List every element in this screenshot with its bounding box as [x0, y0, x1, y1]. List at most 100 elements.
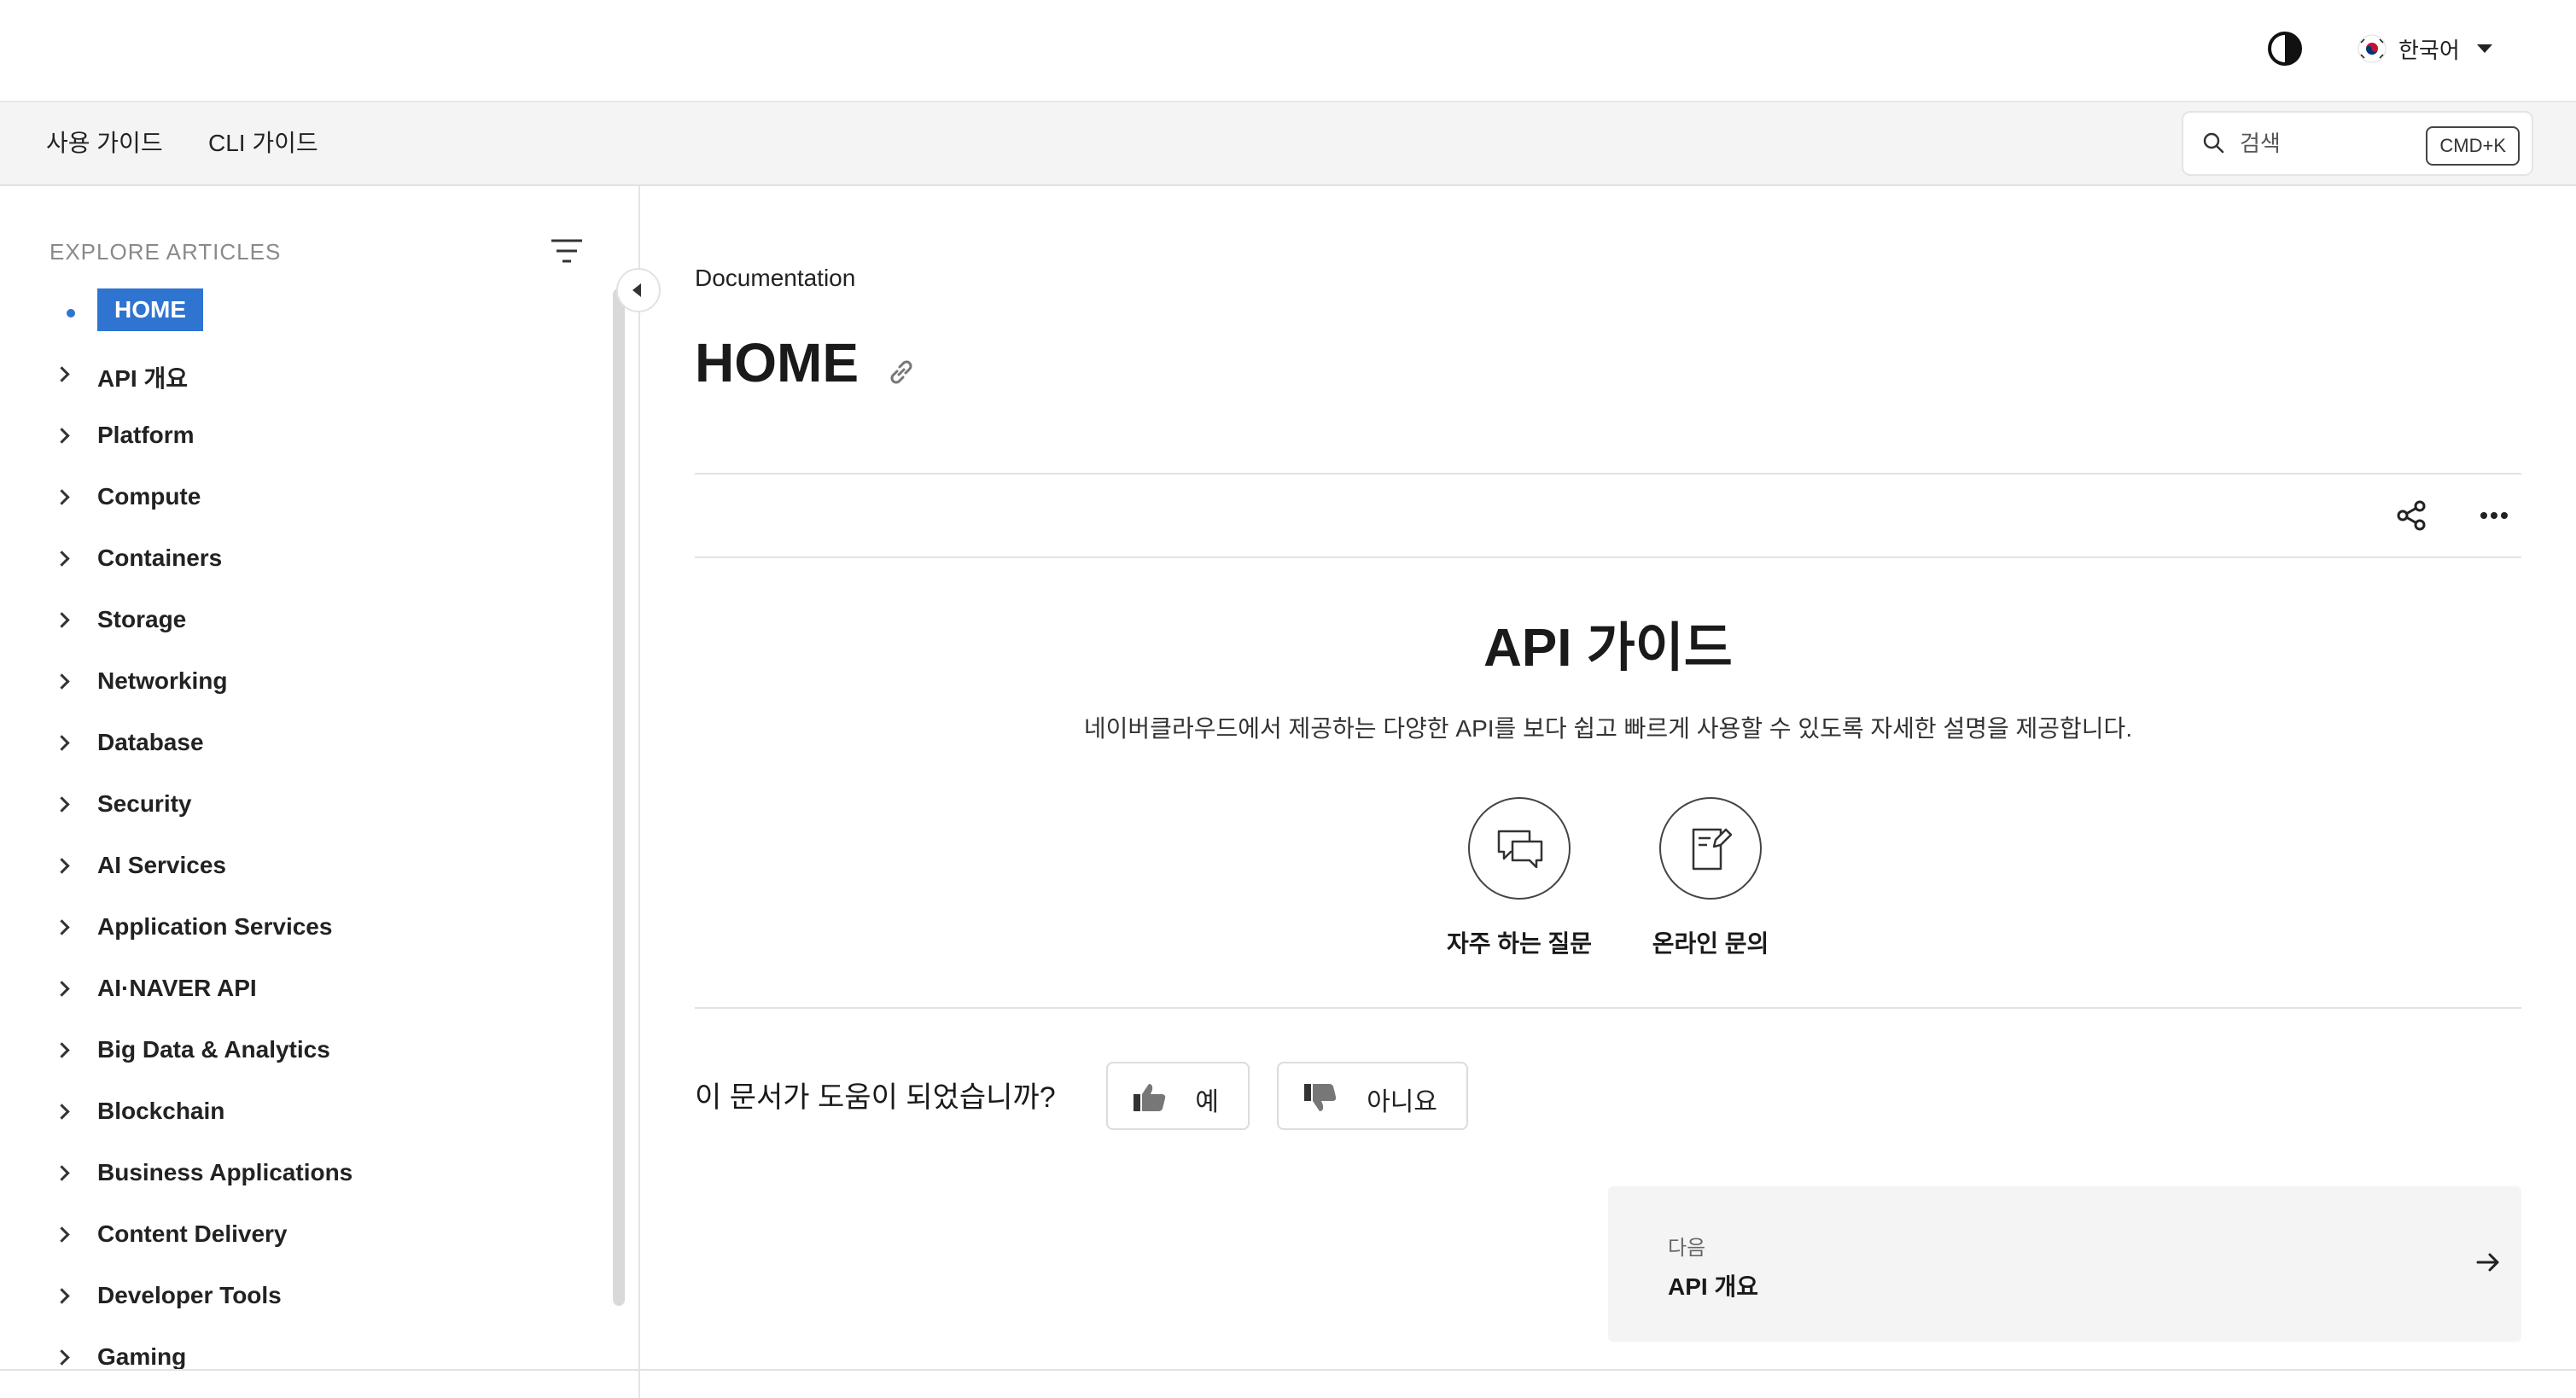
sidebar-item[interactable]: Content Delivery	[0, 1210, 597, 1258]
sidebar-item[interactable]: Database	[0, 719, 597, 766]
breadcrumb[interactable]: Documentation	[695, 265, 855, 292]
sidebar-item[interactable]: Developer Tools	[0, 1272, 597, 1319]
sidebar-item-label: AI·NAVER API	[97, 975, 257, 1001]
sidebar-item[interactable]: Storage	[0, 596, 597, 644]
sidebar-item-label: Compute	[97, 483, 201, 510]
chevron-right-icon	[54, 1104, 70, 1120]
sidebar-item[interactable]: Blockchain	[0, 1087, 597, 1135]
sidebar-item-label: Content Delivery	[97, 1220, 288, 1247]
tab-user-guide[interactable]: 사용 가이드	[46, 102, 163, 184]
sidebar-item[interactable]: API 개요	[0, 350, 597, 398]
feedback-yes-button[interactable]: 예	[1106, 1062, 1250, 1130]
online-inquiry-link[interactable]: 온라인 문의	[1625, 797, 1796, 959]
sidebar-item[interactable]: Big Data & Analytics	[0, 1026, 597, 1074]
faq-icon-circle	[1468, 797, 1571, 900]
sidebar-collapse-button[interactable]	[616, 268, 661, 312]
chevron-right-icon	[54, 735, 70, 751]
edit-document-icon	[1692, 828, 1733, 871]
active-dot	[67, 309, 75, 317]
chevron-right-icon	[54, 1042, 70, 1058]
page-title: HOME	[695, 332, 859, 393]
sidebar-item[interactable]: AI·NAVER API	[0, 964, 597, 1012]
divider	[695, 556, 2521, 558]
language-selector[interactable]: 한국어	[2357, 29, 2492, 68]
feedback-question: 이 문서가 도움이 되었습니까?	[695, 1081, 1056, 1114]
sidebar-item-label: Containers	[97, 545, 223, 571]
share-icon[interactable]	[2393, 497, 2431, 534]
sidebar-scrollbar[interactable]	[613, 288, 625, 1306]
chevron-left-icon	[632, 283, 641, 297]
chevron-right-icon	[54, 981, 70, 997]
language-label: 한국어	[2398, 37, 2460, 63]
chevron-right-icon	[54, 673, 70, 690]
sidebar: EXPLORE ARTICLES HOME API 개요 Platform Co…	[0, 186, 640, 1398]
chevron-right-icon	[54, 919, 70, 935]
sidebar-item-label: Blockchain	[97, 1098, 225, 1124]
sidebar-item-label: Platform	[97, 422, 195, 448]
search-icon	[2203, 132, 2224, 154]
inquiry-icon-circle	[1659, 797, 1762, 900]
sidebar-item-label: Developer Tools	[97, 1282, 282, 1308]
sidebar-item[interactable]: Business Applications	[0, 1149, 597, 1197]
faq-label: 자주 하는 질문	[1446, 930, 1593, 957]
chat-bubbles-icon	[1497, 830, 1543, 869]
sidebar-item[interactable]: Compute	[0, 473, 597, 521]
more-options-icon[interactable]	[2475, 497, 2513, 534]
faq-link[interactable]: 자주 하는 질문	[1434, 797, 1605, 959]
sidebar-item-label: API 개요	[97, 365, 188, 392]
chevron-right-icon	[54, 428, 70, 444]
chevron-right-icon	[54, 1226, 70, 1243]
bottom-divider	[0, 1369, 2576, 1371]
next-article-card[interactable]: 다음 API 개요	[1608, 1186, 2521, 1342]
sidebar-item[interactable]: Application Services	[0, 903, 597, 951]
next-kicker: 다음	[1668, 1237, 1706, 1260]
sidebar-item-label: AI Services	[97, 852, 226, 878]
tab-cli-guide[interactable]: CLI 가이드	[208, 102, 318, 184]
sidebar-item-label: Gaming	[97, 1343, 187, 1370]
search-shortcut-badge: CMD+K	[2426, 126, 2520, 166]
thumbs-up-icon	[1134, 1084, 1166, 1111]
sidebar-item-home[interactable]: HOME	[0, 288, 597, 336]
contrast-icon[interactable]	[2265, 29, 2305, 68]
chevron-down-icon	[2476, 44, 2492, 53]
feedback-no-label: 아니요	[1367, 1088, 1437, 1116]
search-box[interactable]: CMD+K	[2182, 111, 2533, 176]
sidebar-item-label: HOME	[97, 288, 203, 331]
arrow-right-icon	[2476, 1253, 2499, 1272]
sidebar-item[interactable]: AI Services	[0, 842, 597, 889]
sidebar-item-label: Security	[97, 790, 192, 817]
feedback-yes-label: 예	[1195, 1088, 1219, 1116]
thumbs-down-icon	[1304, 1084, 1337, 1111]
chevron-right-icon	[54, 796, 70, 813]
sidebar-item[interactable]: Platform	[0, 411, 597, 459]
link-icon[interactable]	[883, 353, 920, 391]
sidebar-item[interactable]: Networking	[0, 657, 597, 705]
feedback-no-button[interactable]: 아니요	[1277, 1062, 1468, 1130]
chevron-right-icon	[54, 550, 70, 567]
chevron-right-icon	[54, 1288, 70, 1304]
divider	[695, 1007, 2521, 1009]
sidebar-item[interactable]: Containers	[0, 534, 597, 582]
top-bar: 한국어	[0, 0, 2576, 102]
korea-flag-icon	[2357, 34, 2387, 63]
chevron-right-icon	[54, 1165, 70, 1181]
chevron-right-icon	[54, 612, 70, 628]
filter-icon[interactable]	[548, 234, 586, 268]
sidebar-item-label: Networking	[97, 667, 228, 694]
hero-description: 네이버클라우드에서 제공하는 다양한 API를 보다 쉽고 빠르게 사용할 수 …	[1083, 715, 2133, 742]
sidebar-item[interactable]: Gaming	[0, 1333, 597, 1381]
inquiry-label: 온라인 문의	[1652, 930, 1769, 957]
chevron-right-icon	[54, 858, 70, 874]
chevron-right-icon	[54, 1349, 70, 1366]
chevron-right-icon	[54, 489, 70, 505]
sidebar-item-label: Big Data & Analytics	[97, 1036, 330, 1063]
sidebar-item-label: Application Services	[97, 913, 333, 940]
next-title: API 개요	[1668, 1273, 1758, 1300]
sidebar-heading: EXPLORE ARTICLES	[50, 239, 282, 265]
sidebar-item-label: Database	[97, 729, 204, 755]
sidebar-item[interactable]: Security	[0, 780, 597, 828]
sidebar-item-label: Storage	[97, 606, 187, 632]
chevron-right-icon	[54, 366, 70, 382]
sub-navigation: 사용 가이드 CLI 가이드 CMD+K	[0, 102, 2576, 186]
divider	[695, 473, 2521, 475]
